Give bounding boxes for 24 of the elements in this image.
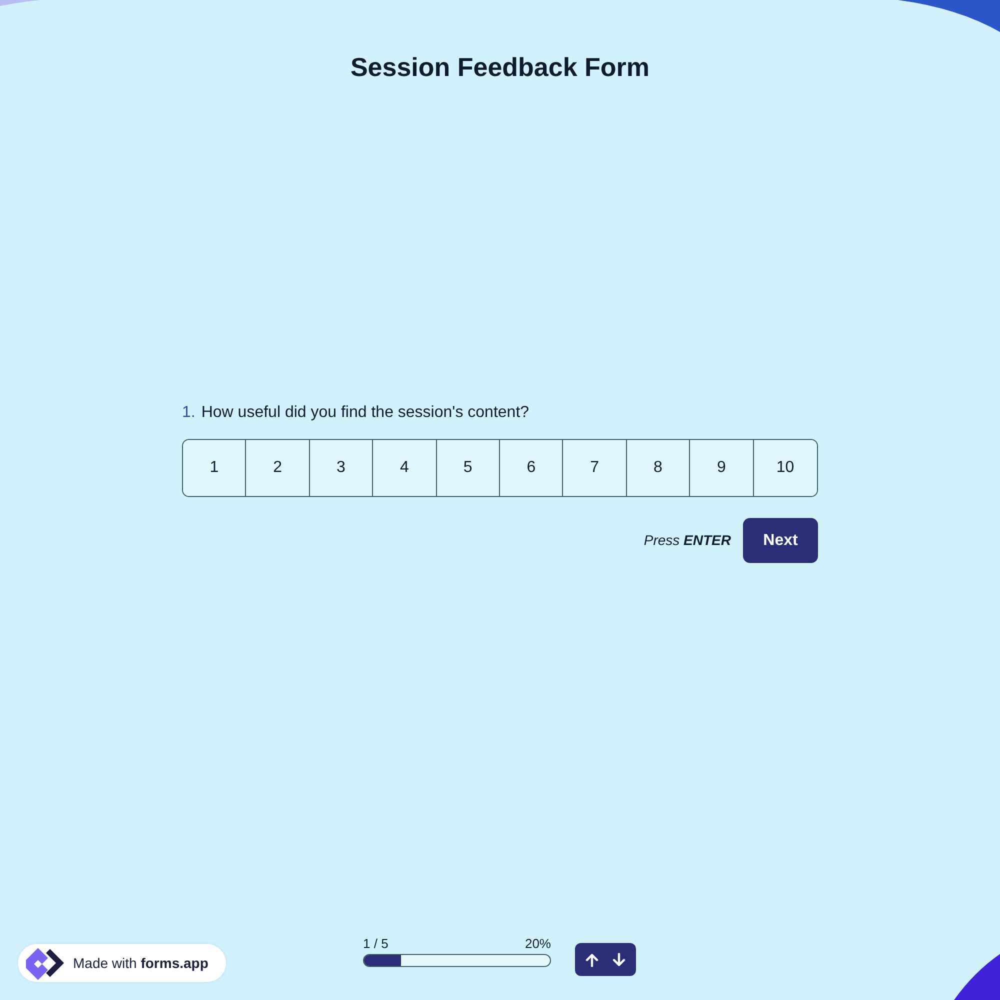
rating-option[interactable]: 1	[183, 440, 246, 496]
progress-percent: 20%	[524, 936, 551, 952]
up-arrow-icon	[585, 952, 599, 966]
rating-option[interactable]: 10	[754, 440, 817, 496]
keyboard-hint: Press ENTER	[644, 531, 731, 550]
next-button[interactable]: Next	[743, 518, 818, 563]
logo-icon	[26, 946, 66, 980]
down-arrow-icon	[612, 952, 626, 966]
rating-option[interactable]: 5	[436, 440, 500, 496]
question-text: How useful did you find the session's content?	[201, 403, 530, 423]
made-with-badge[interactable]: Made with forms.app	[18, 944, 226, 982]
rating-option[interactable]: 2	[246, 440, 310, 496]
rating-option[interactable]: 7	[563, 440, 627, 496]
question-number: 1.	[182, 403, 196, 423]
corner-shape	[954, 954, 1000, 1000]
progress-step: 1 / 5	[363, 936, 388, 952]
rating-option[interactable]: 8	[626, 440, 690, 496]
form-title: Session Feedback Form	[350, 51, 650, 84]
next-question-button[interactable]	[610, 950, 628, 968]
rating-option[interactable]: 3	[310, 440, 374, 496]
corner-shape	[0, 0, 40, 6]
rating-option[interactable]: 6	[500, 440, 564, 496]
rating-option[interactable]: 9	[690, 440, 754, 496]
rating-option[interactable]: 4	[373, 440, 437, 496]
